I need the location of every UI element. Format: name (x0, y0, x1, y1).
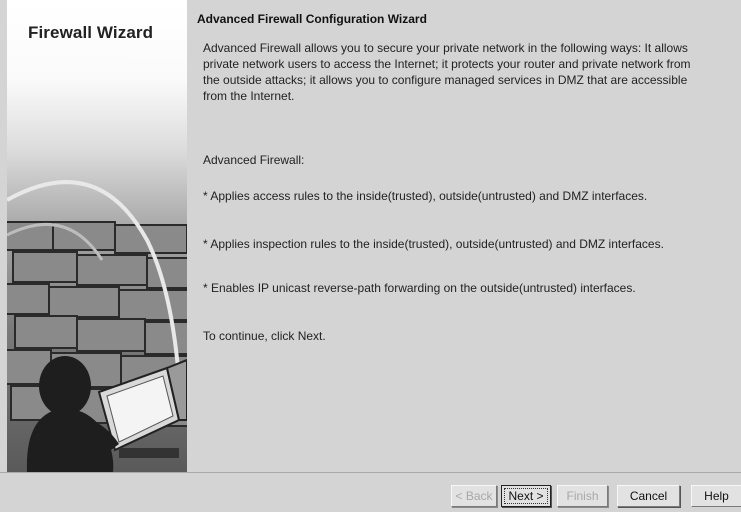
wizard-illustration (7, 180, 187, 472)
cancel-button[interactable]: Cancel (617, 485, 680, 507)
help-button[interactable]: Help (691, 485, 741, 507)
wizard-side-title: Firewall Wizard (28, 23, 154, 42)
wizard-window: Firewall Wizard Advanced Firewall Config… (0, 0, 741, 512)
intro-paragraph: Advanced Firewall allows you to secure y… (203, 41, 691, 103)
finish-button[interactable]: Finish (557, 485, 608, 507)
continue-text: To continue, click Next. (203, 329, 326, 343)
wizard-side-panel: Firewall Wizard (7, 0, 187, 472)
page-title: Advanced Firewall Configuration Wizard (197, 12, 427, 26)
next-button[interactable]: Next > (501, 485, 551, 507)
bullet-inspection-rules: * Applies inspection rules to the inside… (203, 237, 664, 251)
bullet-access-rules: * Applies access rules to the inside(tru… (203, 189, 648, 203)
bullet-reverse-path: * Enables IP unicast reverse-path forwar… (203, 281, 636, 295)
wizard-content: Advanced Firewall Configuration Wizard A… (187, 0, 741, 472)
back-button[interactable]: < Back (451, 485, 497, 507)
wizard-button-bar: < Back Next > Finish Cancel Help (0, 472, 741, 512)
section-label: Advanced Firewall: (203, 153, 305, 167)
